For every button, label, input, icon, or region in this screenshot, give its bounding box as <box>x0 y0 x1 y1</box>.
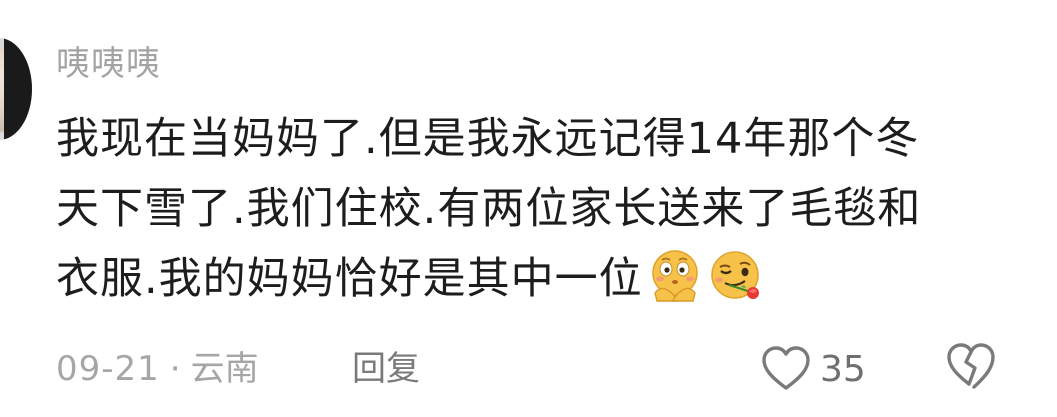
comment-line-last: 衣服.我的妈妈恰好是其中一位 <box>56 244 1016 314</box>
comment-line: 我现在当妈妈了.但是我永远记得14年那个冬 <box>56 114 920 164</box>
comment-text: 我现在当妈妈了.但是我永远记得14年那个冬 天下雪了.我们住校.有两位家长送来了… <box>56 104 1016 314</box>
meta-separator: · <box>169 349 181 389</box>
avatar[interactable] <box>0 38 32 140</box>
comment-location: 云南 <box>190 349 259 389</box>
wink-rose-emoji-icon <box>710 251 759 299</box>
heart-outline-icon <box>762 346 810 390</box>
comment-username[interactable]: 咦咦咦 <box>56 38 161 90</box>
comment-meta: 09-21 · 云南 <box>56 344 259 394</box>
comment-item: 咦咦咦 我现在当妈妈了.但是我永远记得14年那个冬 天下雪了.我们住校.有两位家… <box>0 0 1057 417</box>
shy-emoji-icon <box>651 250 698 302</box>
reply-button[interactable]: 回复 <box>352 344 420 394</box>
avatar-hair <box>4 38 32 140</box>
broken-heart-outline-icon <box>947 343 995 389</box>
dislike-button[interactable] <box>944 340 1000 398</box>
comment-line-text: 衣服.我的妈妈恰好是其中一位 <box>56 254 643 304</box>
like-count: 35 <box>820 348 866 390</box>
like-button[interactable]: 35 <box>760 340 866 398</box>
comment-date: 09-21 <box>56 349 160 389</box>
comment-line: 天下雪了.我们住校.有两位家长送来了毛毯和 <box>56 184 922 234</box>
